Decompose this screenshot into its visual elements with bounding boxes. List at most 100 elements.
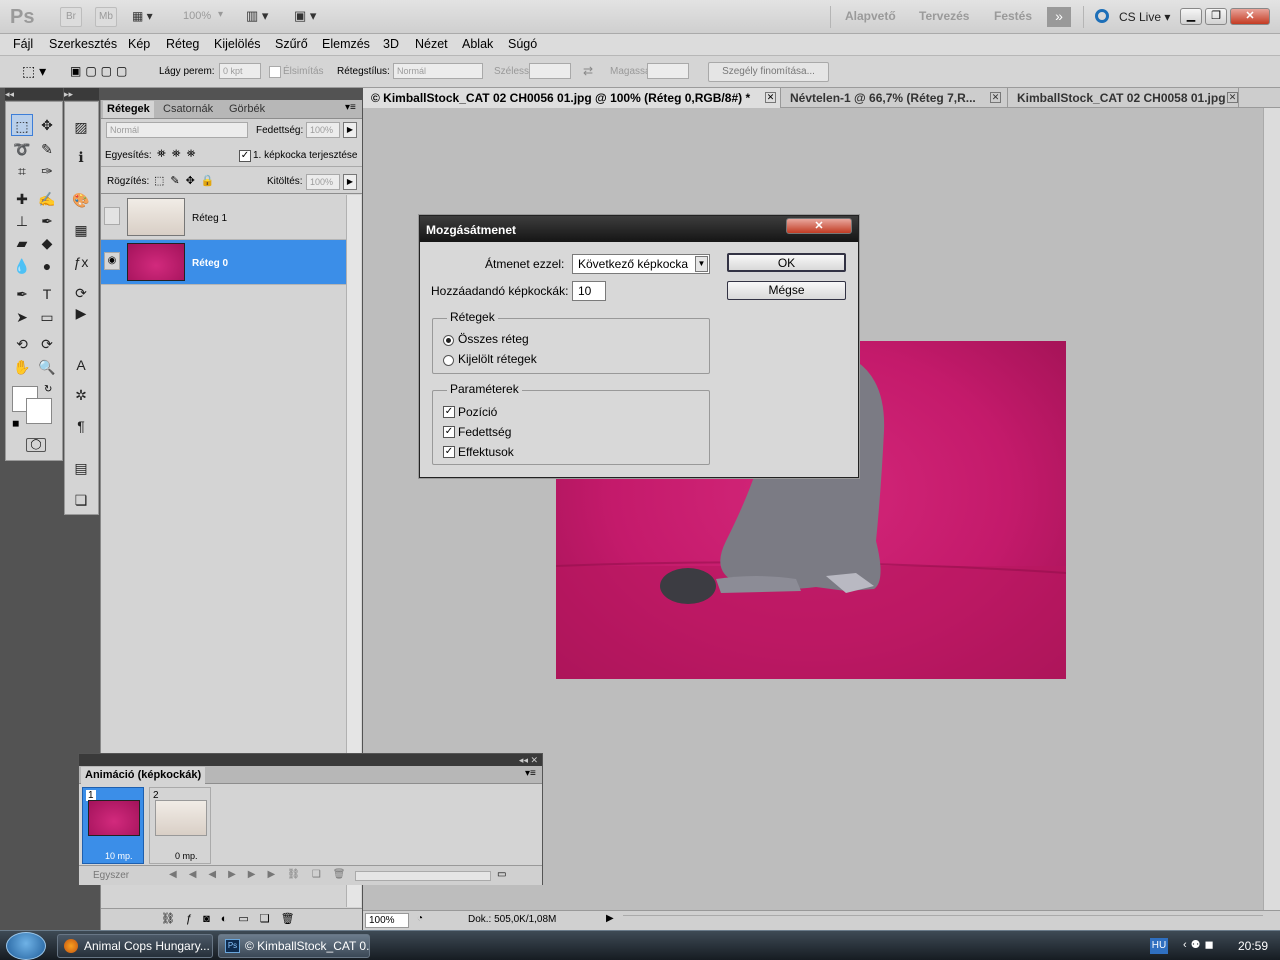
toolbox-header[interactable]: ◂◂ xyxy=(5,88,63,100)
history-brush-tool-icon[interactable]: ✒ xyxy=(36,210,58,232)
marquee-tool-icon[interactable]: ⬚ xyxy=(11,114,33,136)
opacity-arrow-icon[interactable]: ▶ xyxy=(343,122,357,138)
taskbar-item-photoshop[interactable]: Ps © KimballStock_CAT 0... xyxy=(218,934,370,958)
all-layers-radio[interactable] xyxy=(443,335,454,346)
3d-orbit-tool-icon[interactable]: ⟳ xyxy=(36,333,58,355)
cancel-button[interactable]: Mégse xyxy=(727,281,846,300)
width-input[interactable] xyxy=(529,63,571,79)
doc-tab-active[interactable]: © KimballStock_CAT 02 CH0056 01.jpg @ 10… xyxy=(363,88,781,108)
crop-tool-icon[interactable]: ⌗ xyxy=(11,160,33,182)
marquee-preset-icon[interactable]: ⬚ ▾ xyxy=(22,63,46,80)
selection-mode-icons[interactable]: ▣▢▢▢ xyxy=(70,64,131,78)
quick-mask-icon[interactable]: ◯ xyxy=(26,438,46,452)
eye-icon[interactable]: ◉ xyxy=(104,252,120,270)
blur-tool-icon[interactable]: 💧 xyxy=(11,255,33,277)
info-icon[interactable]: ℹ xyxy=(70,146,92,168)
opacity-label[interactable]: Fedettség xyxy=(458,425,511,439)
close-icon[interactable]: ✕ xyxy=(786,218,852,234)
ok-button[interactable]: OK xyxy=(727,253,846,272)
layer-name[interactable]: Réteg 0 xyxy=(192,258,228,269)
bridge-button[interactable]: Br xyxy=(60,7,82,27)
menu-help[interactable]: Súgó xyxy=(508,37,537,51)
dodge-tool-icon[interactable]: ● xyxy=(36,255,58,277)
blend-mode-select[interactable]: Normál xyxy=(106,122,248,138)
navigator-icon[interactable]: ▨ xyxy=(70,116,92,138)
language-indicator[interactable]: HU xyxy=(1150,938,1168,954)
layer-row[interactable]: Réteg 1 xyxy=(101,195,346,240)
status-menu-arrow-icon[interactable]: ▶ xyxy=(606,913,614,924)
tray-icons[interactable]: ‹⚉◼ xyxy=(1183,938,1218,951)
menu-3d[interactable]: 3D xyxy=(383,37,399,51)
propagate-checkbox[interactable]: ✓ xyxy=(239,150,251,162)
swap-icon[interactable]: ⇄ xyxy=(583,64,593,78)
animation-panel-header[interactable]: ◂◂ ✕ xyxy=(79,754,542,766)
3d-rotate-tool-icon[interactable]: ⟲ xyxy=(11,333,33,355)
menu-filter[interactable]: Szűrő xyxy=(275,37,308,51)
menu-image[interactable]: Kép xyxy=(128,37,150,51)
loop-select[interactable]: Egyszer xyxy=(93,870,129,881)
more-workspaces-button[interactable]: » xyxy=(1047,7,1071,27)
vertical-scrollbar[interactable] xyxy=(1263,108,1280,910)
tab-paths[interactable]: Görbék xyxy=(225,101,269,118)
background-color-swatch[interactable] xyxy=(26,398,52,424)
quick-select-tool-icon[interactable]: ✎ xyxy=(36,138,58,160)
layer-row-selected[interactable]: ◉ Réteg 0 xyxy=(101,240,346,285)
clone-stamp-tool-icon[interactable]: ⊥ xyxy=(11,210,33,232)
close-tab-icon[interactable]: ✕ xyxy=(1227,92,1238,103)
unify-icons[interactable]: ⛯⛯⛯ xyxy=(157,148,201,161)
close-tab-icon[interactable]: ✕ xyxy=(990,92,1001,103)
menu-analysis[interactable]: Elemzés xyxy=(322,37,370,51)
doc-tab[interactable]: KimballStock_CAT 02 CH0058 01.jpg ✕ xyxy=(1009,88,1239,108)
history-icon[interactable]: ⟳ xyxy=(70,282,92,304)
taskbar-item-firefox[interactable]: Animal Cops Hungary... xyxy=(57,934,213,958)
panel-menu-icon[interactable]: ▾≡ xyxy=(525,768,536,779)
tab-channels[interactable]: Csatornák xyxy=(159,101,217,118)
status-info-icon[interactable]: ◔ xyxy=(417,913,423,924)
menu-view[interactable]: Nézet xyxy=(415,37,448,51)
selected-layers-label[interactable]: Kijelölt rétegek xyxy=(458,352,537,366)
brush-tool-icon[interactable]: ✍ xyxy=(36,188,58,210)
lasso-tool-icon[interactable]: ➰ xyxy=(11,138,33,160)
panel-menu-icon[interactable]: ▾≡ xyxy=(345,102,356,113)
shape-tool-icon[interactable]: ▭ xyxy=(36,306,58,328)
character-icon[interactable]: A xyxy=(70,354,92,376)
tab-animation[interactable]: Animáció (képkockák) xyxy=(81,767,206,784)
style-select[interactable]: Normál xyxy=(393,63,483,79)
type-tool-icon[interactable]: T xyxy=(36,283,58,305)
path-selection-tool-icon[interactable]: ➤ xyxy=(11,306,33,328)
paragraph-icon[interactable]: ¶ xyxy=(70,415,92,437)
actions-icon[interactable]: ▶ xyxy=(70,302,92,324)
status-zoom[interactable]: 100% xyxy=(365,913,409,928)
layers-footer-icons[interactable]: ⛓ƒ◙◐▭❑🗑 xyxy=(101,908,362,930)
notes-icon[interactable]: ▤ xyxy=(70,457,92,479)
start-button[interactable] xyxy=(6,932,46,960)
menu-select[interactable]: Kijelölés xyxy=(214,37,261,51)
layer-name[interactable]: Réteg 1 xyxy=(192,213,227,224)
layer-comps-icon[interactable]: ❏ xyxy=(70,489,92,511)
arrange-documents-icon[interactable]: ▥ ▾ xyxy=(246,8,268,24)
view-extras-icon[interactable]: ▦ ▾ xyxy=(132,9,162,25)
visibility-toggle[interactable] xyxy=(104,207,120,225)
workspace-essentials[interactable]: Alapvető xyxy=(845,9,896,23)
tab-layers[interactable]: Rétegek xyxy=(103,101,154,118)
swap-colors-icon[interactable]: ↻ xyxy=(44,384,52,395)
styles-icon[interactable]: ▦ xyxy=(70,219,92,241)
minimize-button[interactable]: ▁ xyxy=(1180,8,1202,25)
opacity-input[interactable]: 100% xyxy=(306,122,340,138)
healing-brush-tool-icon[interactable]: ✚ xyxy=(11,188,33,210)
fill-arrow-icon[interactable]: ▶ xyxy=(343,174,357,190)
eyedropper-tool-icon[interactable]: ✑ xyxy=(36,160,58,182)
zoom-level[interactable]: 100% xyxy=(183,10,211,22)
tween-with-select[interactable]: Következő képkocka xyxy=(572,254,710,274)
position-checkbox[interactable]: ✓ xyxy=(443,406,455,418)
workspace-design[interactable]: Tervezés xyxy=(919,9,969,23)
move-tool-icon[interactable]: ✥ xyxy=(36,114,58,136)
convert-timeline-icon[interactable]: ▭ xyxy=(497,869,506,880)
refine-edge-button[interactable]: Szegély finomítása... xyxy=(708,62,829,82)
swatches-icon[interactable]: 🎨 xyxy=(70,189,92,211)
frame-2[interactable]: 2 0 mp. xyxy=(149,787,211,864)
frame-1[interactable]: 1 10 mp. xyxy=(82,787,144,864)
frames-to-add-input[interactable]: 10 xyxy=(572,281,606,301)
workspace-painting[interactable]: Festés xyxy=(994,9,1032,23)
opacity-checkbox[interactable]: ✓ xyxy=(443,426,455,438)
